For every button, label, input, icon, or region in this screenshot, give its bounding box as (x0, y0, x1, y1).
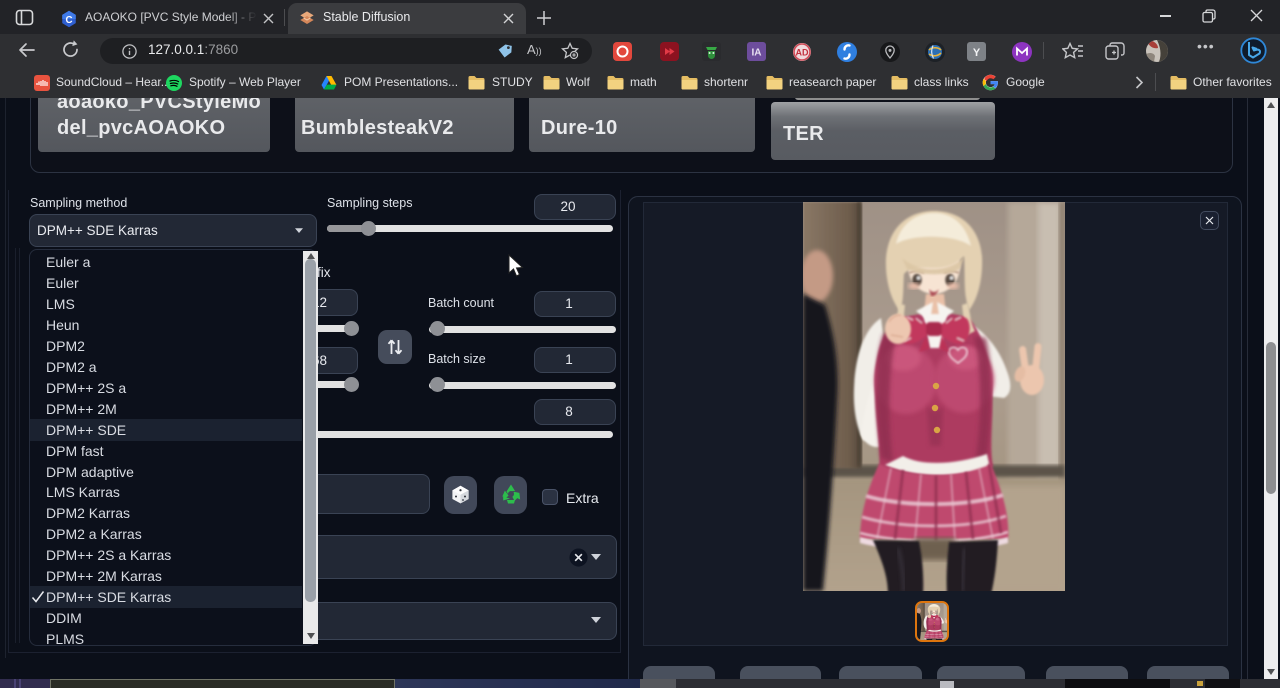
svg-text:IA: IA (752, 48, 762, 59)
svg-text:Y: Y (973, 47, 981, 59)
svg-text:AD: AD (796, 48, 809, 58)
svg-text:C: C (65, 15, 72, 26)
